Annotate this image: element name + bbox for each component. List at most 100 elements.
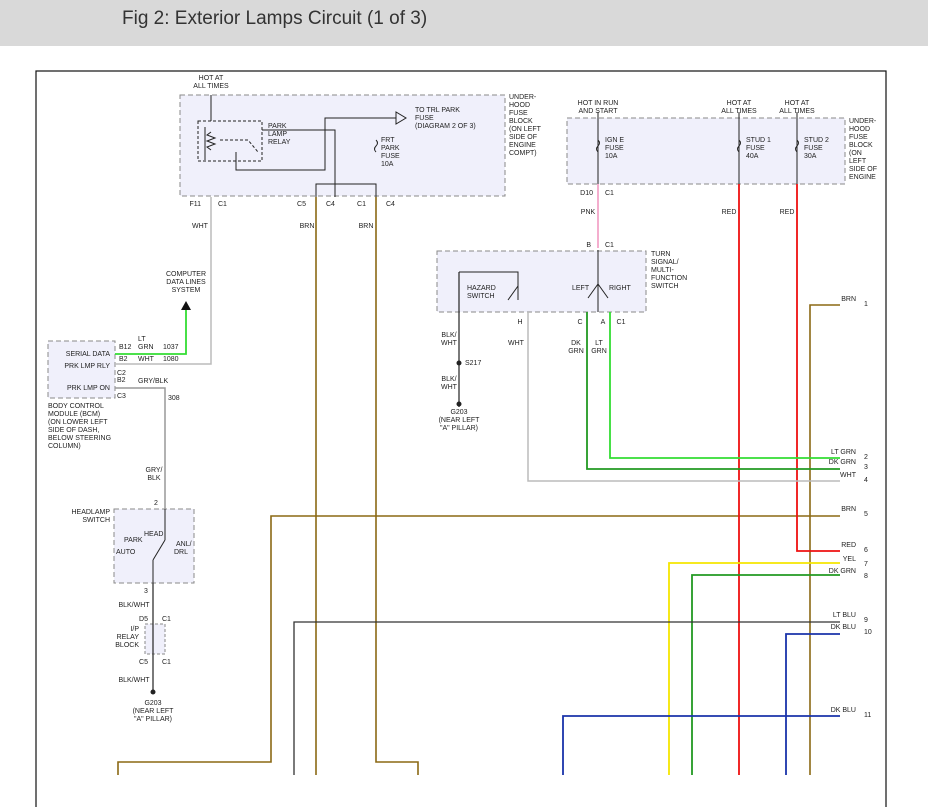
underhood-left-label-line-2: HOOD <box>509 102 530 109</box>
prk-lmp-on-label: PRK LMP ON <box>67 385 110 392</box>
d10-label: D10 <box>580 190 593 197</box>
wiring-diagram: HOT ATALL TIMESPARKLAMPRELAYTO TRL PARKF… <box>35 70 887 807</box>
underhood-right-label-line-2: HOOD <box>849 126 870 133</box>
n1080-label: 1080 <box>163 356 179 363</box>
blk-wht-hl-label: BLK/WHT <box>118 602 150 609</box>
to-trl-park-fuse-label-line-3: (DIAGRAM 2 OF 3) <box>415 123 476 130</box>
underhood-left-label-line-7: ENGINE <box>509 142 536 149</box>
dk-grn-label-line-1: DK <box>571 340 581 347</box>
frt-park-fuse-label-line-2: PARK <box>381 145 400 152</box>
c1b-label: C1 <box>162 616 171 623</box>
wire-brn-c4 <box>375 197 419 775</box>
wht-h-label: WHT <box>508 340 525 347</box>
lt-grn-serial-label-line-2: GRN <box>138 344 154 351</box>
b-label: B <box>586 242 591 249</box>
auto-label: AUTO <box>116 549 136 556</box>
hot-at-all-times-2-label-line-1: HOT AT <box>727 100 752 107</box>
g203-left-label-line-3: "A" PILLAR) <box>134 716 172 723</box>
wire-red-6 <box>796 184 840 552</box>
right-wire-num-4: 4 <box>864 477 868 484</box>
c3-label: C3 <box>117 393 126 400</box>
lt-grn-label-line-2: GRN <box>591 348 607 355</box>
park-label: PARK <box>124 537 143 544</box>
turn-signal-switch-label-line-1: TURN <box>651 251 670 258</box>
brn-c4-label: BRN <box>359 223 374 230</box>
c1-turn-label: C1 <box>617 319 626 326</box>
g203-right-label-line-3: "A" PILLAR) <box>440 425 478 432</box>
right-wire-num-2: 2 <box>864 454 868 461</box>
right-wire-color-6: RED <box>841 542 856 549</box>
park-lamp-relay-label-line-2: LAMP <box>268 131 287 138</box>
underhood-right-label-line-8: ENGINE <box>849 174 876 181</box>
blk-wht-hazard-label-line-2: WHT <box>441 340 458 347</box>
right-wire-color-5: BRN <box>841 506 856 513</box>
arrow-up-icon <box>181 301 191 310</box>
s217-label: S217 <box>465 360 481 367</box>
turn-signal-switch-label-line-5: SWITCH <box>651 283 679 290</box>
stud1-fuse-label-line-1: STUD 1 <box>746 137 771 144</box>
frt-park-fuse-label-line-4: 10A <box>381 161 394 168</box>
computer-data-lines-label-line-2: DATA LINES <box>166 279 206 286</box>
right-wire-num-7: 7 <box>864 561 868 568</box>
underhood-left-label-line-3: FUSE <box>509 110 528 117</box>
stud2-fuse-label-line-1: STUD 2 <box>804 137 829 144</box>
gry-blk-2l-label-line-2: BLK <box>147 475 161 482</box>
turn-signal-switch-label-line-2: SIGNAL/ <box>651 259 679 266</box>
ip-relay-block-label-line-2: RELAY <box>117 634 140 641</box>
hot-run-start-label-line-2: AND START <box>578 108 618 115</box>
c5-label: C5 <box>297 201 306 208</box>
right-label: RIGHT <box>609 285 632 292</box>
hazard-switch-label-line-2: SWITCH <box>467 293 495 300</box>
head-label: HEAD <box>144 531 163 538</box>
frt-park-fuse-label-line-1: FRT <box>381 137 395 144</box>
hot-at-all-times-label-line-1: HOT AT <box>199 75 224 82</box>
bcm-note-label-line-2: MODULE (BCM) <box>48 411 100 418</box>
underhood-right-label-line-6: LEFT <box>849 158 867 165</box>
ign-e-fuse-label-line-3: 10A <box>605 153 618 160</box>
ground-g203-left <box>150 689 156 695</box>
c1c-label: C1 <box>162 659 171 666</box>
c1-d10-label: C1 <box>605 190 614 197</box>
right-wire-num-3: 3 <box>864 464 868 471</box>
n1037-label: 1037 <box>163 344 179 351</box>
underhood-left-label-line-8: COMPT) <box>509 150 537 157</box>
wire-ltgrn-2 <box>609 312 840 459</box>
g203-right-label-line-1: G203 <box>450 409 467 416</box>
wire-gry-blk <box>115 387 166 509</box>
blk-wht-hazard-2-label-line-2: WHT <box>441 384 458 391</box>
right-wire-color-7: YEL <box>843 556 856 563</box>
brn-c5-label: BRN <box>300 223 315 230</box>
c1-c4-label: C1 <box>357 201 366 208</box>
lt-grn-label-line-1: LT <box>595 340 603 347</box>
h-label: H <box>517 319 522 326</box>
underhood-right-label-line-5: (ON <box>849 150 862 157</box>
right-wire-color-11: DK BLU <box>831 707 856 714</box>
b2b-label: B2 <box>117 377 126 384</box>
underhood-left-label-line-5: (ON LEFT <box>509 126 542 133</box>
pnk-label: PNK <box>581 209 596 216</box>
stud2-fuse-label-line-2: FUSE <box>804 145 823 152</box>
n308-label: 308 <box>168 395 180 402</box>
stud1-fuse-label-line-3: 40A <box>746 153 759 160</box>
turn-signal-switch-label-line-3: MULTI- <box>651 267 674 274</box>
right-wire-color-1: BRN <box>841 296 856 303</box>
pin2-label: 2 <box>154 500 158 507</box>
blk-wht-hazard-label-line-1: BLK/ <box>441 332 456 339</box>
hot-at-all-times-2-label-line-2: ALL TIMES <box>721 108 757 115</box>
b12-label: B12 <box>119 344 132 351</box>
blk-wht-hazard-2-label-line-1: BLK/ <box>441 376 456 383</box>
right-wire-num-11: 11 <box>864 712 871 719</box>
to-trl-park-fuse-label-line-2: FUSE <box>415 115 434 122</box>
d5-label: D5 <box>139 616 148 623</box>
ip-relay-block-label-line-1: I/P <box>130 626 139 633</box>
ign-e-fuse-label-line-1: IGN E <box>605 137 624 144</box>
bcm-note-label-line-1: BODY CONTROL <box>48 403 104 410</box>
underhood-left-label-line-6: SIDE OF <box>509 134 537 141</box>
c5b-label: C5 <box>139 659 148 666</box>
bcm-note-label-line-4: SIDE OF DASH, <box>48 427 99 434</box>
ip-relay-block-label-line-3: BLOCK <box>115 642 139 649</box>
park-lamp-relay-label-line-1: PARK <box>268 123 287 130</box>
right-wire-num-5: 5 <box>864 511 868 518</box>
right-wire-num-9: 9 <box>864 617 868 624</box>
left-label: LEFT <box>572 285 590 292</box>
